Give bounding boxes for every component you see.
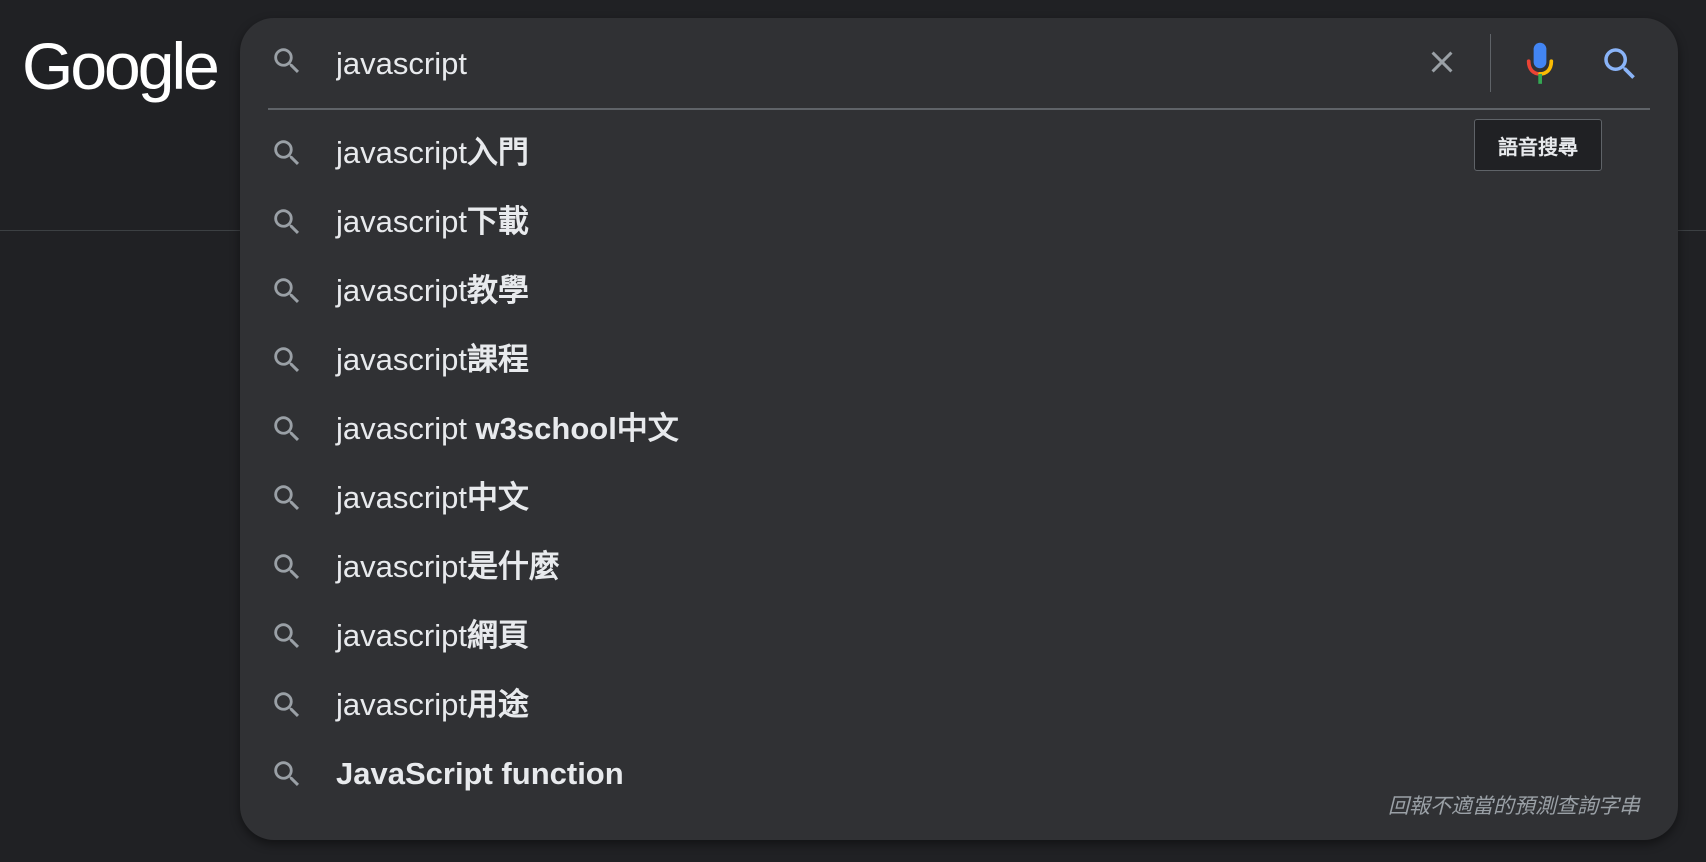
suggestion-text: javascript下載: [336, 202, 529, 242]
search-box-underline: [268, 108, 1650, 110]
suggestion-query-part: javascript: [336, 135, 467, 170]
suggestion-text: javascript w3school中文: [336, 409, 679, 449]
search-icon: [274, 140, 300, 166]
search-icon: [274, 278, 300, 304]
google-search-button[interactable]: [1592, 36, 1648, 92]
google-logo[interactable]: Google: [22, 24, 220, 108]
suggestion-list: javascript入門 javascript下載 javascript教學 java…: [240, 118, 1678, 803]
voice-search-button[interactable]: [1514, 36, 1566, 92]
suggestion-completion-part: w3school中文: [475, 411, 679, 446]
suggestion-item[interactable]: javascript用途: [240, 670, 1678, 739]
report-predictions-link[interactable]: 回報不適當的預測查詢字串: [1388, 790, 1640, 820]
suggestion-item[interactable]: javascript課程: [240, 325, 1678, 394]
suggestion-query-part: javascript: [336, 618, 467, 653]
suggestion-completion-part: 網頁: [466, 618, 529, 653]
search-icon: [274, 485, 300, 511]
microphone-icon: [1526, 42, 1554, 84]
suggestion-query-part: javascript: [336, 549, 467, 584]
suggestion-query-part: javascript: [336, 480, 467, 515]
suggestion-completion-part: 課程: [466, 342, 529, 377]
search-icon: [274, 692, 300, 718]
suggestion-text: javascript入門: [336, 133, 529, 173]
suggestion-completion-part: 教學: [466, 273, 529, 308]
suggestion-query-part: javascript: [336, 342, 467, 377]
suggestion-completion-part: 下載: [466, 204, 529, 239]
suggestion-item[interactable]: javascript中文: [240, 463, 1678, 532]
search-icon: [274, 347, 300, 373]
suggestion-text: javascript教學: [336, 271, 529, 311]
suggestion-text: javascript網頁: [336, 616, 529, 656]
suggestion-completion-part: 是什麼: [466, 549, 560, 584]
clear-search-button[interactable]: [1418, 38, 1466, 86]
suggestion-query-part: javascript: [336, 411, 476, 446]
close-icon: [1431, 51, 1453, 73]
suggestion-completion-part: 中文: [466, 480, 529, 515]
suggestion-text: javascript是什麼: [336, 547, 560, 587]
search-icon: [1604, 48, 1635, 79]
suggestion-text: javascript課程: [336, 340, 529, 380]
suggestion-item[interactable]: javascript是什麼: [240, 532, 1678, 601]
suggestion-item[interactable]: javascript網頁: [240, 601, 1678, 670]
search-icon: [274, 623, 300, 649]
suggestion-query-part: javascript: [336, 273, 467, 308]
suggestion-item[interactable]: javascript教學: [240, 256, 1678, 325]
suggestion-text: JavaScript function: [336, 754, 624, 794]
suggestion-text: javascript用途: [336, 685, 529, 725]
search-icon: [274, 416, 300, 442]
suggestion-item[interactable]: javascript下載: [240, 187, 1678, 256]
search-icon: [274, 761, 300, 787]
suggestion-query-part: javascript: [336, 687, 467, 722]
button-divider: [1490, 34, 1491, 92]
suggestion-item[interactable]: javascript w3school中文: [240, 394, 1678, 463]
suggestion-completion-part: JavaScript function: [336, 756, 624, 791]
suggestion-item[interactable]: javascript入門: [240, 118, 1678, 187]
search-page: Google javascript 語音搜尋 javascript入門 java…: [0, 0, 1706, 862]
search-icon: [274, 554, 300, 580]
search-box: [240, 18, 1678, 108]
suggestion-query-part: javascript: [336, 204, 467, 239]
search-icon: [274, 209, 300, 235]
suggestion-text: javascript中文: [336, 478, 529, 518]
search-suggestion-panel: 語音搜尋 javascript入門javascript下載javascript教…: [240, 18, 1678, 840]
suggestion-completion-part: 用途: [466, 687, 529, 722]
suggestion-completion-part: 入門: [466, 135, 529, 170]
search-icon: [274, 48, 300, 74]
